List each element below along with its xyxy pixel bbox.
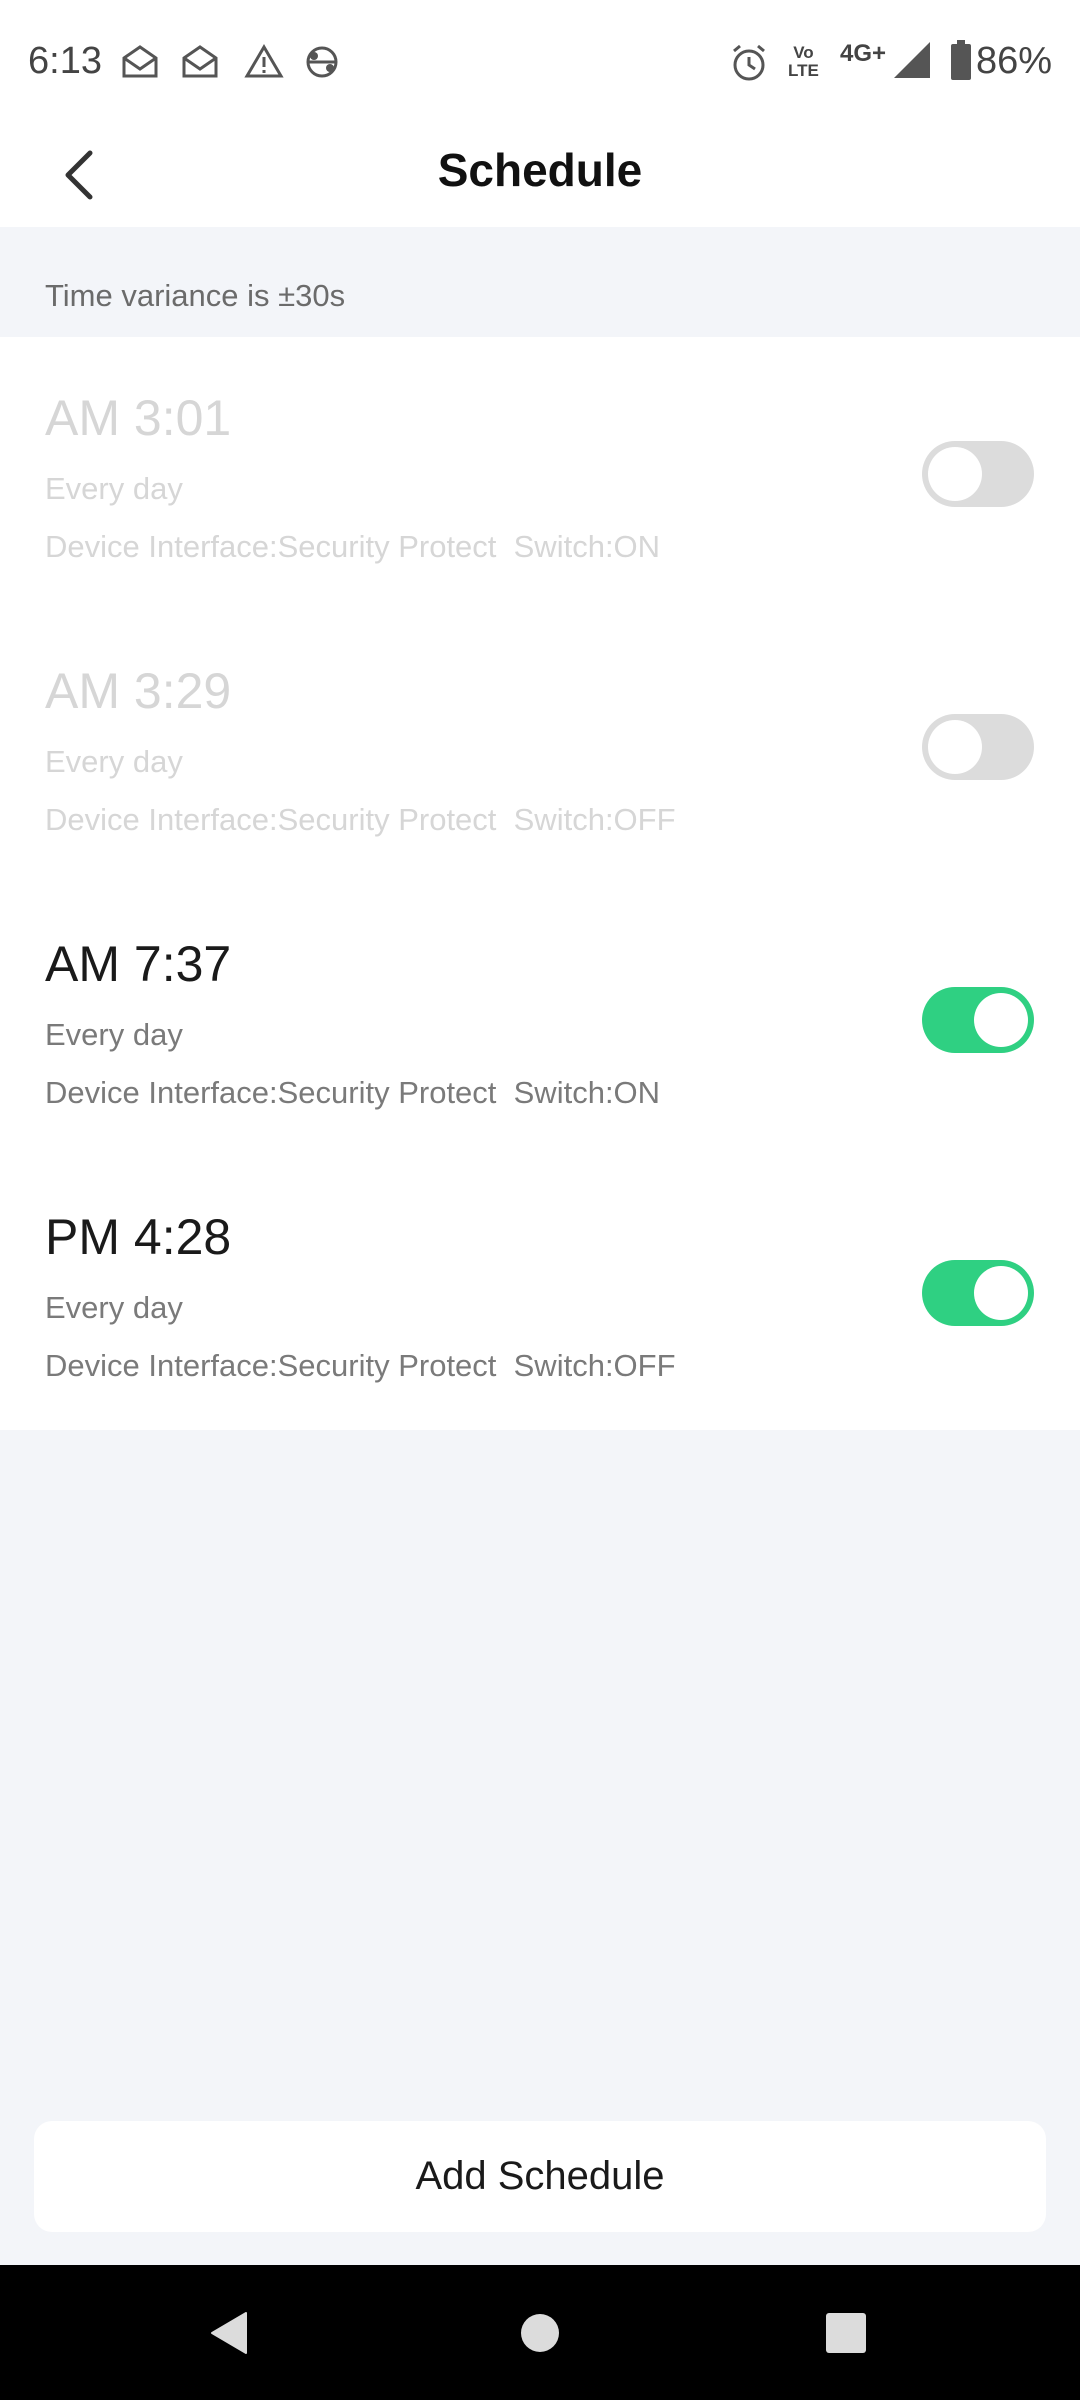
schedule-item[interactable]: AM 3:29 Every day Device Interface:Secur… [0,610,1080,883]
schedule-item[interactable]: AM 7:37 Every day Device Interface:Secur… [0,883,1080,1156]
volte-icon: Vo LTE [788,43,819,80]
schedule-time: AM 7:37 [45,936,232,992]
toggle-knob [974,1266,1028,1320]
warning-icon [244,42,284,87]
schedule-toggle[interactable] [922,987,1034,1053]
schedule-item[interactable]: AM 3:01 Every day Device Interface:Secur… [0,337,1080,610]
nav-back-button[interactable] [190,2295,270,2375]
back-triangle-icon [206,2309,254,2362]
schedule-repeat: Every day [45,1017,183,1052]
schedule-detail: Device Interface:Security Protect Switch… [45,1348,676,1383]
status-bar: 6:13 Vo LTE 4G+ 86% [0,0,1080,125]
schedule-detail: Device Interface:Security Protect Switch… [45,529,661,564]
battery-percentage: 86% [975,40,1052,82]
schedule-repeat: Every day [45,744,183,779]
schedule-time: AM 3:29 [45,663,232,719]
status-time: 6:13 [28,40,102,82]
schedule-time: PM 4:28 [45,1209,232,1265]
time-variance-notice: Time variance is ±30s [0,227,1080,337]
nav-home-button[interactable] [500,2295,580,2375]
add-schedule-button[interactable]: Add Schedule [34,2121,1046,2232]
app-header: Schedule [0,125,1080,227]
notice-text: Time variance is ±30s [45,278,346,313]
battery-icon [950,40,972,85]
schedule-detail: Device Interface:Security Protect Switch… [45,802,676,837]
schedule-toggle[interactable] [922,1260,1034,1326]
system-nav-bar [0,2265,1080,2400]
schedule-time: AM 3:01 [45,390,232,446]
nav-recents-button[interactable] [806,2295,886,2375]
network-type-label: 4G+ [840,40,887,67]
recents-square-icon [824,2311,868,2360]
home-circle-icon [518,2311,562,2360]
alarm-icon [728,42,770,89]
schedule-item[interactable]: PM 4:28 Every day Device Interface:Secur… [0,1156,1080,1429]
schedule-toggle[interactable] [922,714,1034,780]
mail-open-icon [120,42,160,87]
toggle-knob [928,447,982,501]
schedule-detail: Device Interface:Security Protect Switch… [45,1075,661,1110]
signal-icon [892,40,932,85]
schedule-repeat: Every day [45,1290,183,1325]
schedule-repeat: Every day [45,471,183,506]
page-title: Schedule [437,144,643,196]
toggle-knob [974,993,1028,1047]
schedule-toggle[interactable] [922,441,1034,507]
mail-open-icon [180,42,220,87]
toggle-knob [928,720,982,774]
sync-icon [302,42,342,87]
schedule-list: AM 3:01 Every day Device Interface:Secur… [0,337,1080,1430]
